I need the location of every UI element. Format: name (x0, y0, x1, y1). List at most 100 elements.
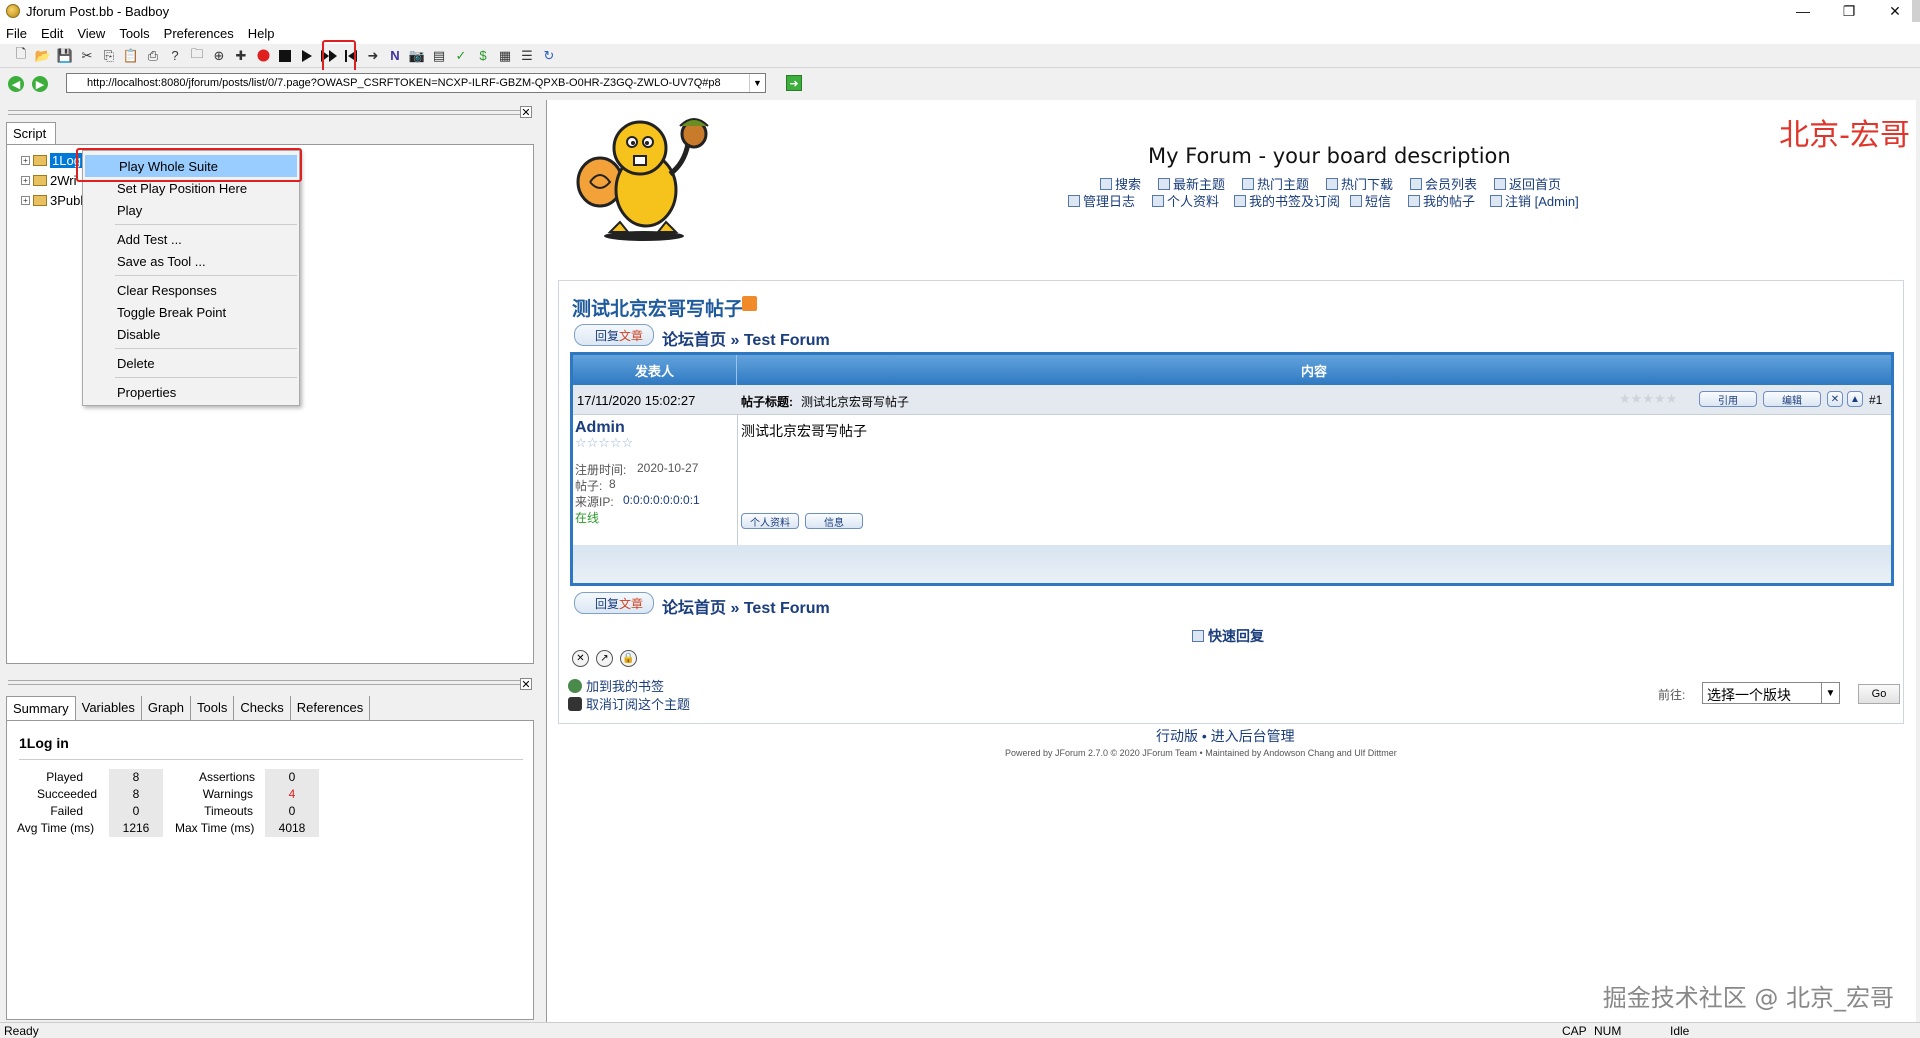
tab-script[interactable]: Script (6, 122, 56, 144)
bookmark-link[interactable]: 加到我的书签 (568, 676, 664, 695)
menu-tools[interactable]: Tools (119, 26, 149, 41)
quick-reply-link[interactable]: 快速回复 (1192, 626, 1264, 646)
move-up-icon[interactable]: ▲ (1847, 391, 1863, 407)
nav-mod-log[interactable]: 管理日志 (1068, 191, 1135, 210)
go-arrow-icon[interactable]: ➜ (786, 75, 802, 91)
menu-view[interactable]: View (77, 26, 105, 41)
warnings-label: Warnings (202, 787, 253, 801)
expand-icon[interactable]: + (21, 175, 30, 185)
nav-logout[interactable]: 注销 [Admin] (1490, 191, 1579, 210)
reply-button[interactable]: 回复 文章 (574, 324, 654, 346)
new-file-icon[interactable]: 🗋 (10, 45, 32, 67)
menu-save-as-tool[interactable]: Save as Tool ... (83, 250, 299, 272)
url-dropdown-icon[interactable]: ▼ (749, 74, 765, 92)
menu-separator (115, 377, 297, 378)
minimize-button[interactable]: — (1780, 0, 1826, 22)
menu-properties[interactable]: Properties (83, 381, 299, 403)
lock-icon[interactable]: 🔒 (620, 650, 637, 667)
menu-preferences[interactable]: Preferences (164, 26, 234, 41)
record-icon[interactable] (252, 45, 274, 67)
message-button[interactable]: 信息 (805, 513, 863, 529)
form-icon[interactable]: ▦ (494, 45, 516, 67)
move-topic-icon[interactable]: ↗ (596, 650, 613, 667)
warnings-value: 4 (265, 786, 319, 803)
tab-tools[interactable]: Tools (191, 696, 235, 720)
pane-grip[interactable] (8, 110, 520, 115)
crumb-home[interactable]: 论坛首页 (662, 600, 726, 617)
script-pane-close-icon[interactable]: ✕ (520, 106, 532, 119)
edit-button[interactable]: 编辑 (1763, 391, 1821, 407)
unsubscribe-link[interactable]: 取消订阅这个主题 (568, 694, 690, 713)
menu-play[interactable]: Play (83, 199, 299, 221)
profile-button[interactable]: 个人资料 (741, 513, 799, 529)
thread-title[interactable]: 测试北京宏哥写帖子 (572, 294, 743, 321)
maximize-button[interactable]: ❐ (1826, 0, 1872, 22)
quote-button[interactable]: 引用 (1699, 391, 1757, 407)
list-icon[interactable]: ☰ (516, 45, 538, 67)
url-input[interactable]: http://localhost:8080/jforum/posts/list/… (66, 73, 766, 93)
menu-add-test[interactable]: Add Test ... (83, 228, 299, 250)
paste-icon[interactable]: 📋 (120, 45, 142, 67)
crumb-forum[interactable]: Test Forum (744, 332, 830, 349)
expand-icon[interactable]: + (21, 155, 30, 165)
screenshot-icon[interactable]: 📷 (406, 45, 428, 67)
nav-messages[interactable]: 短信 (1350, 191, 1391, 210)
pane-grip[interactable] (8, 680, 520, 685)
crumb-home[interactable]: 论坛首页 (662, 332, 726, 349)
menu-clear-responses[interactable]: Clear Responses (83, 279, 299, 301)
help-icon[interactable]: ? (164, 45, 186, 67)
add-item-icon[interactable]: ✚ (230, 45, 252, 67)
tab-variables[interactable]: Variables (76, 696, 142, 720)
ip-value[interactable]: 0:0:0:0:0:0:0:1 (623, 493, 700, 507)
menu-help[interactable]: Help (248, 26, 275, 41)
add-step-icon[interactable]: ⊕ (208, 45, 230, 67)
page-icon[interactable]: ▤ (428, 45, 450, 67)
nav-bookmarks[interactable]: 我的书签及订阅 (1234, 191, 1340, 210)
rating-stars-icon[interactable]: ★★★★★ (1619, 391, 1677, 407)
nav-my-posts[interactable]: 我的帖子 (1408, 191, 1475, 210)
tree-item-write[interactable]: + 2Wri (21, 171, 76, 189)
save-icon[interactable]: 💾 (54, 45, 76, 67)
tab-summary[interactable]: Summary (6, 696, 76, 720)
rss-icon[interactable] (742, 296, 757, 311)
open-folder-icon[interactable]: 📂 (32, 45, 54, 67)
reply-button-bottom[interactable]: 回复 文章 (574, 592, 654, 614)
forum-jump-select[interactable]: 选择一个版块 ▼ (1702, 682, 1840, 704)
menu-file[interactable]: File (6, 26, 27, 41)
jump-go-button[interactable]: Go (1858, 684, 1900, 704)
expand-icon[interactable]: + (21, 195, 30, 205)
crumb-forum[interactable]: Test Forum (744, 600, 830, 617)
summary-pane-close-icon[interactable]: ✕ (520, 678, 532, 691)
stop-icon[interactable] (274, 45, 296, 67)
tab-graph[interactable]: Graph (142, 696, 191, 720)
tree-item-login[interactable]: + 1Log (21, 151, 83, 169)
admin-panel-link[interactable]: 进入后台管理 (1211, 728, 1295, 744)
mobile-version-link[interactable]: 行动版 (1156, 728, 1198, 744)
played-value: 8 (109, 769, 163, 786)
lock-topic-icon[interactable]: ✕ (572, 650, 589, 667)
tab-references[interactable]: References (291, 696, 371, 720)
print-icon[interactable]: ⎙ (142, 45, 164, 67)
cut-icon[interactable]: ✂ (76, 45, 98, 67)
play-icon[interactable] (296, 45, 318, 67)
delete-post-icon[interactable]: ✕ (1827, 391, 1843, 407)
forward-arrow-icon[interactable]: ▶ (32, 76, 48, 92)
nav-profile[interactable]: 个人资料 (1152, 191, 1219, 210)
menu-disable[interactable]: Disable (83, 323, 299, 345)
nav-label: 短信 (1365, 194, 1392, 209)
back-arrow-icon[interactable]: ◀ (8, 76, 24, 92)
menu-delete[interactable]: Delete (83, 352, 299, 374)
step-forward-icon[interactable]: ➜ (362, 45, 384, 67)
navigation-icon[interactable]: N (384, 45, 406, 67)
variable-icon[interactable]: $ (472, 45, 494, 67)
search-icon (1100, 177, 1112, 190)
chevron-down-icon[interactable]: ▼ (1821, 683, 1839, 703)
menu-edit[interactable]: Edit (41, 26, 63, 41)
menu-toggle-break-point[interactable]: Toggle Break Point (83, 301, 299, 323)
check-icon[interactable]: ✓ (450, 45, 472, 67)
copy-icon[interactable]: ⎘ (98, 45, 120, 67)
tree-item-publish[interactable]: + 3Publ (21, 191, 83, 209)
refresh-icon[interactable]: ↻ (538, 45, 560, 67)
new-folder-icon[interactable]: 🗀 (186, 45, 208, 67)
tab-checks[interactable]: Checks (234, 696, 291, 720)
